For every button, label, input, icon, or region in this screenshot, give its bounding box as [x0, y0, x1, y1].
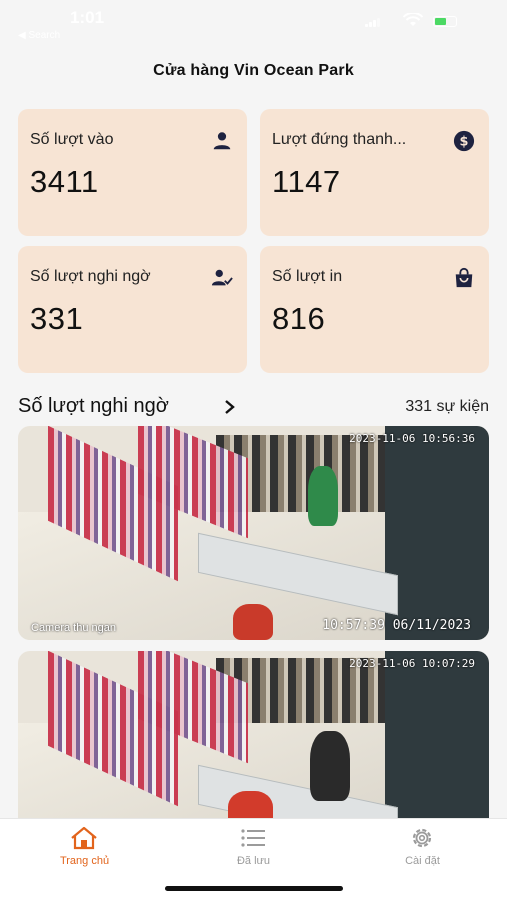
signal-icon [365, 18, 380, 27]
overlay-timestamp: 2023-11-06 10:07:29 [349, 657, 475, 670]
stat-card-prints[interactable]: Số lượt in 816 [260, 246, 489, 373]
event-snapshot[interactable]: 2023-11-06 10:07:29 [18, 651, 489, 831]
list-icon [241, 829, 265, 847]
camera-name: Camera thu ngan [31, 622, 116, 634]
shopping-bag-icon [455, 267, 473, 288]
event-timestamp: 10:57:39 06/11/2023 [322, 618, 471, 633]
person-icon [213, 132, 231, 150]
tab-settings[interactable]: Cài đặt [338, 819, 507, 879]
person-check-icon [211, 269, 233, 286]
section-title: Số lượt nghi ngờ [18, 395, 169, 417]
event-snapshot[interactable]: 2023-11-06 10:56:36 Camera thu ngan 10:5… [18, 426, 489, 640]
home-icon [71, 826, 97, 850]
tab-label: Cài đặt [405, 855, 440, 867]
stat-value: 816 [272, 301, 326, 336]
event-count: 331 sự kiện [405, 398, 489, 415]
stat-label: Lượt đứng thanh... [272, 131, 407, 148]
stat-card-checkout[interactable]: Lượt đứng thanh... 1147 $ [260, 109, 489, 236]
tab-saved[interactable]: Đã lưu [169, 819, 338, 879]
overlay-timestamp: 2023-11-06 10:56:36 [349, 432, 475, 445]
chevron-right-icon [225, 400, 235, 414]
status-bar: 1:01 ◀ Search [0, 0, 507, 44]
page-title: Cửa hàng Vin Ocean Park [153, 62, 354, 79]
gear-icon [412, 828, 432, 848]
suspicious-section-header[interactable]: Số lượt nghi ngờ 331 sự kiện [18, 393, 489, 421]
wifi-icon [403, 13, 423, 26]
battery-icon [433, 16, 457, 27]
tab-label: Đã lưu [236, 855, 271, 867]
back-to-search-link[interactable]: ◀ Search [18, 30, 60, 41]
stat-value: 3411 [30, 164, 99, 199]
stat-card-entries[interactable]: Số lượt vào 3411 [18, 109, 247, 236]
tab-home[interactable]: Trang chủ [0, 819, 169, 879]
stat-card-suspicious[interactable]: Số lượt nghi ngờ 331 [18, 246, 247, 373]
svg-text:$: $ [460, 135, 469, 150]
stat-label: Số lượt nghi ngờ [30, 268, 151, 285]
dollar-circle-icon: $ [453, 130, 475, 152]
stat-label: Số lượt vào [30, 131, 114, 148]
home-indicator [165, 886, 343, 891]
camera-image [18, 651, 489, 831]
stat-value: 331 [30, 301, 84, 336]
stat-value: 1147 [272, 164, 341, 199]
status-time: 1:01 [70, 8, 105, 27]
tab-label: Trang chủ [59, 855, 110, 867]
camera-image [18, 426, 489, 640]
stat-label: Số lượt in [272, 268, 343, 285]
